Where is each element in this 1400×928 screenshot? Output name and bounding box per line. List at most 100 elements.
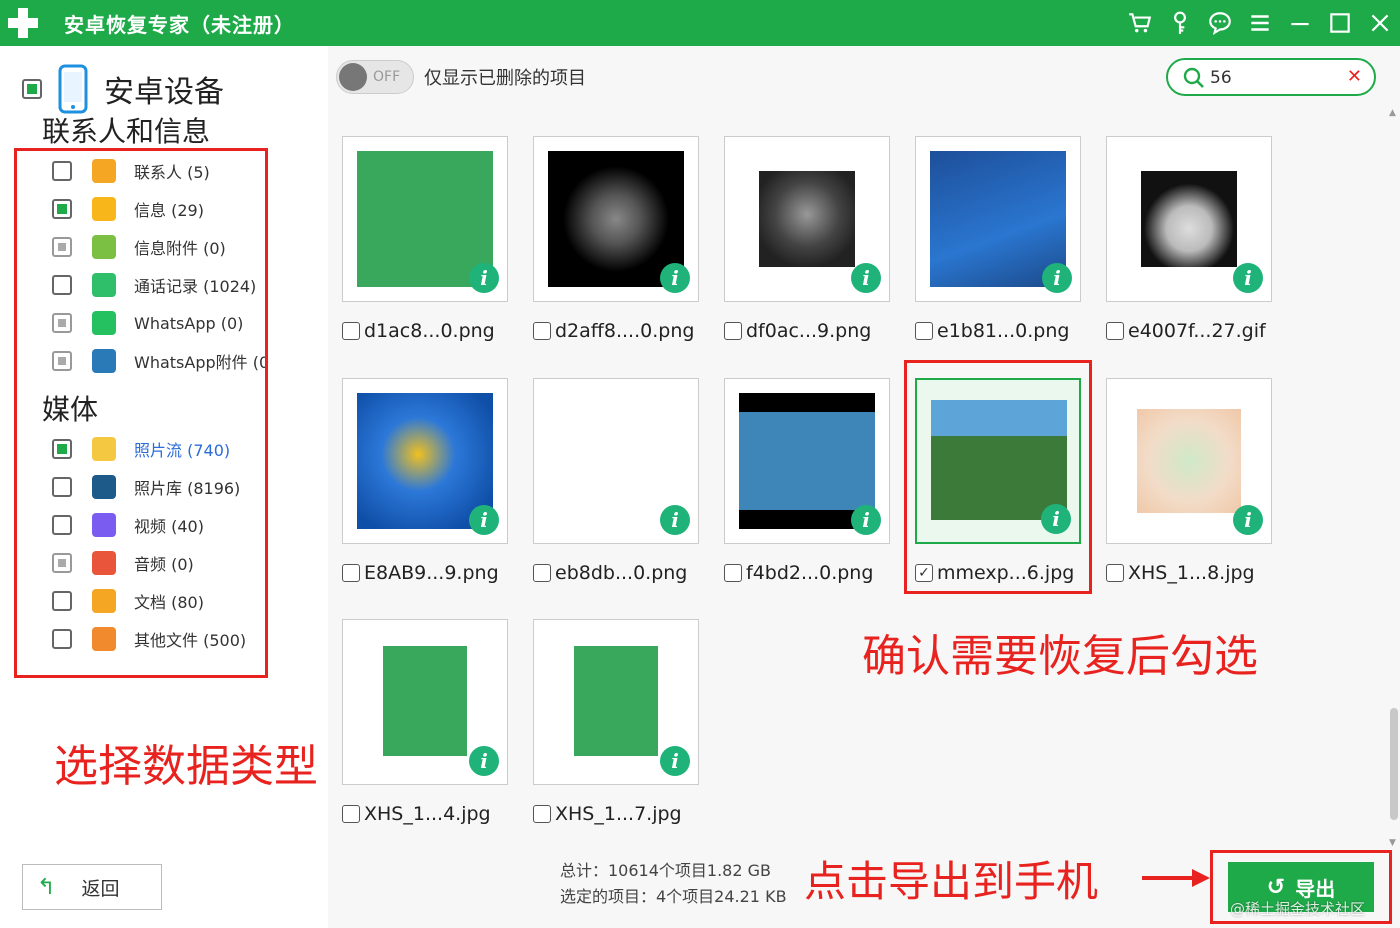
- file-checkbox[interactable]: [533, 322, 551, 340]
- file-thumbnail[interactable]: i: [533, 619, 699, 785]
- annotation-box-selected-file: [904, 360, 1092, 594]
- file-thumbnail[interactable]: i: [533, 136, 699, 302]
- file-thumbnail[interactable]: i: [342, 619, 508, 785]
- file-checkbox[interactable]: [342, 805, 360, 823]
- file-checkbox[interactable]: [724, 564, 742, 582]
- info-icon[interactable]: i: [469, 505, 499, 535]
- scrollbar[interactable]: ▲ ▼: [1388, 108, 1400, 848]
- file-tile[interactable]: i XHS_1...8.jpg: [1106, 378, 1272, 584]
- file-thumbnail[interactable]: i: [724, 378, 890, 544]
- window-title: 安卓恢复专家（未注册）: [64, 12, 295, 37]
- phone-device-icon: [58, 64, 88, 114]
- file-name: eb8db...0.png: [555, 562, 688, 584]
- search-input[interactable]: [1210, 66, 1340, 90]
- back-arrow-icon: ↰: [37, 874, 56, 900]
- file-checkbox[interactable]: [342, 564, 360, 582]
- menu-icon[interactable]: [1240, 0, 1280, 46]
- file-name: d1ac8...0.png: [364, 320, 495, 342]
- info-icon[interactable]: i: [1233, 505, 1263, 535]
- selection-summary: 总计：10614个项目1.82 GB 选定的项目：4个项目24.21 KB: [560, 858, 787, 910]
- thumbnail-image: [1137, 409, 1241, 513]
- file-checkbox[interactable]: [1106, 322, 1124, 340]
- file-name-row: d1ac8...0.png: [342, 320, 508, 342]
- file-tile[interactable]: i XHS_1...4.jpg: [342, 619, 508, 825]
- file-name: d2aff8....0.png: [555, 320, 695, 342]
- filter-bar: OFF 仅显示已删除的项目 ✕: [328, 46, 1400, 108]
- thumbnail-image: [383, 646, 467, 756]
- device-row[interactable]: 安卓设备: [22, 64, 224, 114]
- file-name-row: d2aff8....0.png: [533, 320, 699, 342]
- info-icon[interactable]: i: [660, 263, 690, 293]
- file-tile[interactable]: i e4007f...27.gif: [1106, 136, 1272, 342]
- annotation-confirm: 确认需要恢复后勾选: [862, 631, 1258, 682]
- file-thumbnail[interactable]: i: [1106, 136, 1272, 302]
- deleted-only-toggle[interactable]: OFF: [336, 60, 414, 94]
- toggle-knob: [339, 63, 367, 91]
- clear-search-icon[interactable]: ✕: [1347, 66, 1362, 87]
- file-name-row: f4bd2...0.png: [724, 562, 890, 584]
- maximize-icon[interactable]: [1320, 0, 1360, 46]
- file-name: e4007f...27.gif: [1128, 320, 1266, 342]
- scroll-up-icon[interactable]: ▲: [1389, 108, 1396, 118]
- cart-icon[interactable]: [1120, 0, 1160, 46]
- close-icon[interactable]: [1360, 0, 1400, 46]
- file-name: f4bd2...0.png: [746, 562, 874, 584]
- info-icon[interactable]: i: [660, 746, 690, 776]
- thumbnail-image: [1141, 171, 1237, 267]
- file-checkbox[interactable]: [1106, 564, 1124, 582]
- annotation-arrow-icon: [1142, 869, 1210, 887]
- file-name-row: XHS_1...4.jpg: [342, 803, 508, 825]
- annotation-export-hint: 点击导出到手机: [804, 857, 1099, 906]
- search-box[interactable]: ✕: [1166, 58, 1376, 96]
- info-icon[interactable]: i: [660, 505, 690, 535]
- info-icon[interactable]: i: [469, 263, 499, 293]
- file-name: XHS_1...8.jpg: [1128, 562, 1255, 584]
- file-tile[interactable]: i XHS_1...7.jpg: [533, 619, 699, 825]
- info-icon[interactable]: i: [1042, 263, 1072, 293]
- file-name-row: E8AB9...9.png: [342, 562, 508, 584]
- chat-icon[interactable]: [1200, 0, 1240, 46]
- file-name: e1b81...0.png: [937, 320, 1070, 342]
- summary-total: 总计：10614个项目1.82 GB: [560, 861, 771, 880]
- export-icon: ↺: [1266, 874, 1286, 900]
- device-checkbox[interactable]: [22, 79, 42, 99]
- search-icon: [1183, 67, 1204, 88]
- file-tile[interactable]: i d2aff8....0.png: [533, 136, 699, 342]
- info-icon[interactable]: i: [851, 263, 881, 293]
- file-thumbnail[interactable]: i: [533, 378, 699, 544]
- file-name-row: XHS_1...7.jpg: [533, 803, 699, 825]
- file-tile[interactable]: i E8AB9...9.png: [342, 378, 508, 584]
- file-thumbnail[interactable]: i: [342, 136, 508, 302]
- info-icon[interactable]: i: [1233, 263, 1263, 293]
- scroll-down-icon[interactable]: ▼: [1389, 838, 1396, 848]
- file-name-row: e4007f...27.gif: [1106, 320, 1272, 342]
- file-thumbnail[interactable]: i: [342, 378, 508, 544]
- key-icon[interactable]: [1160, 0, 1200, 46]
- file-checkbox[interactable]: [342, 322, 360, 340]
- scrollbar-thumb[interactable]: [1390, 708, 1398, 820]
- file-name: XHS_1...7.jpg: [555, 803, 682, 825]
- file-checkbox[interactable]: [533, 805, 551, 823]
- info-icon[interactable]: i: [851, 505, 881, 535]
- file-tile[interactable]: i df0ac...9.png: [724, 136, 890, 342]
- thumbnail-image: [574, 646, 658, 756]
- file-name-row: eb8db...0.png: [533, 562, 699, 584]
- minimize-icon[interactable]: [1280, 0, 1320, 46]
- file-checkbox[interactable]: [533, 564, 551, 582]
- title-bar: 安卓恢复专家（未注册）: [0, 0, 1400, 46]
- info-icon[interactable]: i: [469, 746, 499, 776]
- file-tile[interactable]: i f4bd2...0.png: [724, 378, 890, 584]
- file-thumbnail[interactable]: i: [1106, 378, 1272, 544]
- file-thumbnail[interactable]: i: [915, 136, 1081, 302]
- file-thumbnail[interactable]: i: [724, 136, 890, 302]
- file-tile[interactable]: i e1b81...0.png: [915, 136, 1081, 342]
- file-checkbox[interactable]: [724, 322, 742, 340]
- back-button[interactable]: ↰ 返回: [22, 864, 162, 910]
- file-name-row: df0ac...9.png: [724, 320, 890, 342]
- file-tile[interactable]: i eb8db...0.png: [533, 378, 699, 584]
- file-tile[interactable]: i d1ac8...0.png: [342, 136, 508, 342]
- annotation-select-type: 选择数据类型: [54, 741, 318, 792]
- file-checkbox[interactable]: [915, 322, 933, 340]
- file-name: XHS_1...4.jpg: [364, 803, 491, 825]
- file-name-row: e1b81...0.png: [915, 320, 1081, 342]
